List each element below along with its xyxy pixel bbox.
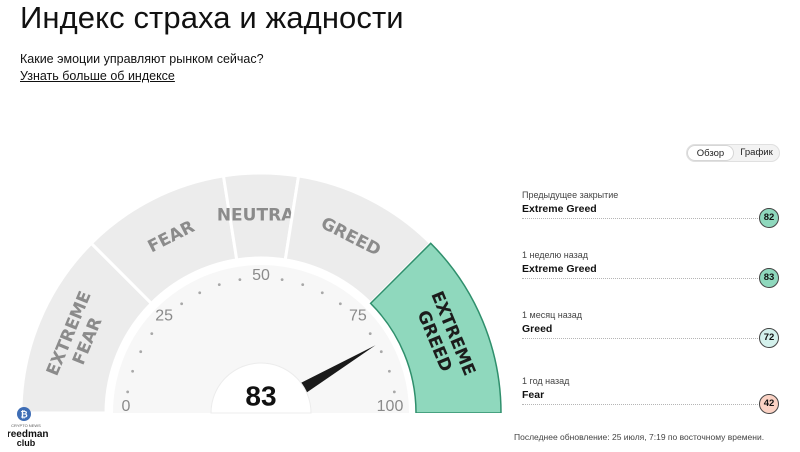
history-value-badge: 83 <box>759 268 779 288</box>
logo-tagline: CRYPTO NEWS <box>11 423 41 428</box>
history-item-week-ago: 1 неделю назад Extreme Greed 83 <box>522 250 782 306</box>
history-status: Greed <box>522 323 553 335</box>
history-item-year-ago: 1 год назад Fear 42 <box>522 376 782 432</box>
last-updated-text: Последнее обновление: 25 июля, 7:19 по в… <box>514 432 765 442</box>
gauge-value: 83 <box>245 380 276 411</box>
gauge-dot <box>280 278 284 282</box>
gauge-dot <box>392 390 396 394</box>
history-value-badge: 82 <box>759 208 779 228</box>
gauge-dot <box>387 369 391 373</box>
gauge-dot <box>217 283 221 287</box>
history-divider <box>522 218 762 219</box>
gauge-scale-label: 25 <box>155 307 173 324</box>
history-item-month-ago: 1 месяц назад Greed 72 <box>522 310 782 366</box>
gauge-dot <box>126 390 130 394</box>
gauge-scale-label: 0 <box>122 398 131 415</box>
history-item-previous-close: Предыдущее закрытие Extreme Greed 82 <box>522 190 782 246</box>
logo-brand: club <box>17 438 36 448</box>
gauge-dot <box>180 302 184 306</box>
history-divider <box>522 338 762 339</box>
history-label: 1 неделю назад <box>522 250 589 260</box>
history-label: 1 год назад <box>522 376 570 386</box>
history-divider <box>522 278 762 279</box>
history-value-badge: 72 <box>759 328 779 348</box>
gauge-dot <box>198 291 202 295</box>
freedman-club-logo: ₿ CRYPTO NEWSfreedmanclub <box>8 407 49 448</box>
history-value-badge: 42 <box>759 394 779 414</box>
gauge-dot <box>139 350 143 354</box>
gauge-dot <box>301 283 305 287</box>
gauge-dot <box>379 350 383 354</box>
history-label: Предыдущее закрытие <box>522 190 619 200</box>
gauge-scale-label: 50 <box>252 267 270 284</box>
history-status: Extreme Greed <box>522 203 597 215</box>
gauge-scale-label: 75 <box>349 307 367 324</box>
history-status: Fear <box>522 389 545 401</box>
gauge-dot <box>131 369 135 373</box>
bitcoin-icon: ₿ <box>17 407 31 421</box>
history-divider <box>522 404 762 405</box>
gauge-dot <box>368 332 372 336</box>
svg-text:₿: ₿ <box>20 410 27 420</box>
gauge-dot <box>238 278 242 282</box>
gauge-dot <box>338 302 342 306</box>
gauge-dot <box>320 291 324 295</box>
history-status: Extreme Greed <box>522 263 597 275</box>
gauge-dot <box>150 332 154 336</box>
history-label: 1 месяц назад <box>522 310 582 320</box>
gauge-scale-label: 100 <box>377 398 404 415</box>
